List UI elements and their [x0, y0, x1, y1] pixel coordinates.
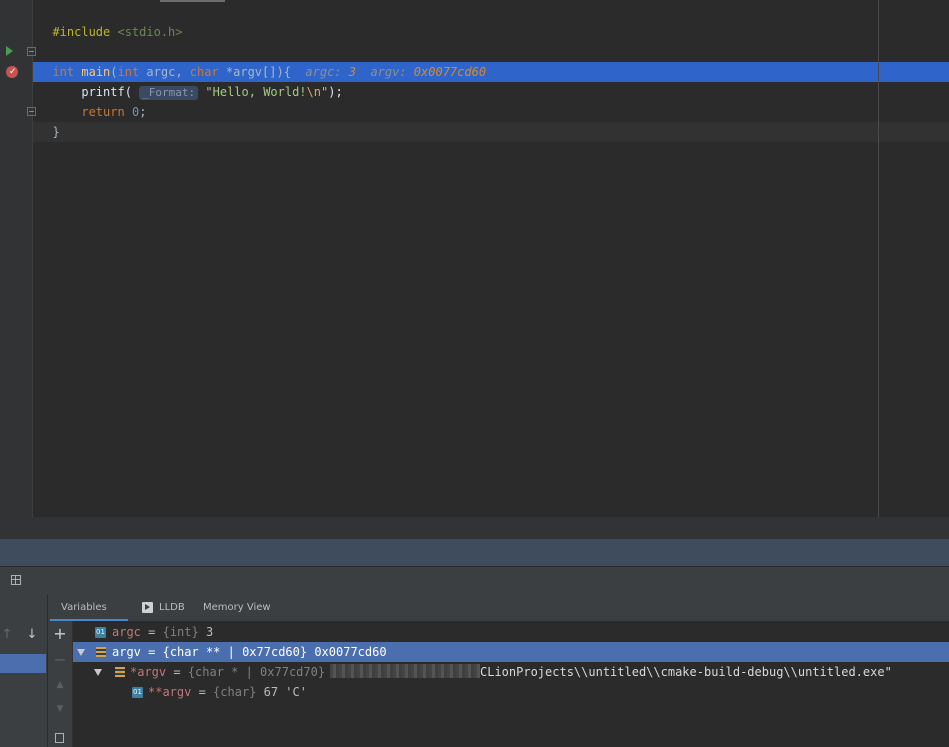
variable-eq: = — [191, 685, 214, 699]
variable-type: {char} — [213, 685, 257, 699]
variable-type: {char ** | 0x77cd60} — [162, 645, 308, 659]
variable-value: 67 'C' — [256, 685, 307, 699]
variable-row[interactable]: *argv = {char * | 0x77cd70} — [130, 662, 325, 682]
inline-hint-argv-value: 0x0077cd60 — [413, 65, 487, 79]
tab-memory-view[interactable]: Memory View — [203, 595, 271, 621]
console-icon — [142, 602, 153, 613]
expand-arrow-icon[interactable] — [77, 649, 85, 656]
move-watch-up-button[interactable]: ▲ — [48, 680, 72, 690]
code-line-3[interactable]: int main(int argc, char *argv[]){ argc: … — [33, 42, 486, 79]
include-directive: #include — [52, 25, 111, 39]
variable-name: argv — [112, 645, 141, 659]
semicolon: ; — [139, 105, 147, 119]
variable-eq: = — [140, 645, 163, 659]
string-literal: "Hello, World! — [205, 85, 307, 99]
variable-value: 0x0077cd60 — [307, 645, 387, 659]
variable-row[interactable]: **argv = {char} 67 'C' — [148, 682, 307, 702]
tab-variables[interactable]: Variables — [61, 595, 107, 621]
variable-eq: = — [166, 665, 188, 679]
parameter-hint: _Format: — [139, 86, 199, 100]
debug-toolbar — [0, 566, 949, 595]
array-icon — [96, 647, 106, 657]
variable-type: {int} — [162, 625, 199, 639]
inline-hint-argv-label: argv: — [370, 65, 414, 79]
editor-gutter[interactable] — [0, 0, 33, 517]
variable-row[interactable]: argc = {int} 3 — [112, 622, 213, 642]
frame-up-arrow-icon[interactable]: ↑ — [0, 627, 14, 642]
variable-eq: = — [140, 625, 163, 639]
escape-sequence: \n — [306, 85, 321, 99]
tab-lldb[interactable]: LLDB — [159, 595, 185, 621]
variable-value: 3 — [198, 625, 214, 639]
array-icon — [115, 667, 125, 677]
copy-icon[interactable] — [55, 733, 64, 743]
breakpoint-check-icon: ✓ — [9, 67, 17, 77]
call-close: ); — [328, 85, 343, 99]
run-icon[interactable] — [6, 46, 13, 56]
right-margin-guide — [878, 0, 879, 517]
layout-settings-icon[interactable] — [11, 575, 21, 585]
variable-name: *argv — [130, 665, 167, 679]
debug-session-bar — [0, 539, 949, 566]
variable-row[interactable]: argv = {char ** | 0x77cd60} 0x0077cd60 — [112, 642, 387, 662]
caret-row-highlight — [33, 122, 949, 142]
primitive-icon: 01 — [132, 687, 143, 698]
include-header: <stdio.h> — [117, 25, 183, 39]
variable-value-row: CLionProjects\\untitled\\cmake-build-deb… — [480, 662, 892, 682]
variable-name: **argv — [148, 685, 192, 699]
redacted-path — [330, 664, 480, 678]
keyword-return: return — [81, 105, 125, 119]
frame-down-arrow-icon[interactable]: ↓ — [24, 627, 40, 642]
code-line-6[interactable]: } — [33, 102, 59, 139]
add-watch-button[interactable]: + — [48, 625, 72, 643]
selected-frame[interactable] — [0, 654, 46, 673]
expand-arrow-icon[interactable] — [94, 669, 102, 676]
remove-watch-button[interactable]: − — [48, 651, 72, 669]
code-line-5[interactable]: return 0; — [33, 82, 146, 119]
primitive-icon: 01 — [95, 627, 106, 638]
variable-type: {char * | 0x77cd70} — [187, 665, 326, 679]
closing-brace: } — [52, 125, 60, 139]
code-line-4[interactable]: printf( _Format: "Hello, World!\n"); — [33, 62, 343, 100]
inline-hint-argc-value: 3 — [348, 65, 356, 79]
variable-name: argc — [112, 625, 141, 639]
editor-bottom-strip — [0, 517, 949, 539]
variable-value: CLionProjects\\untitled\\cmake-build-deb… — [480, 665, 892, 679]
move-watch-down-button[interactable]: ▼ — [48, 704, 72, 714]
code-line-1[interactable]: #include <stdio.h> — [33, 2, 182, 39]
